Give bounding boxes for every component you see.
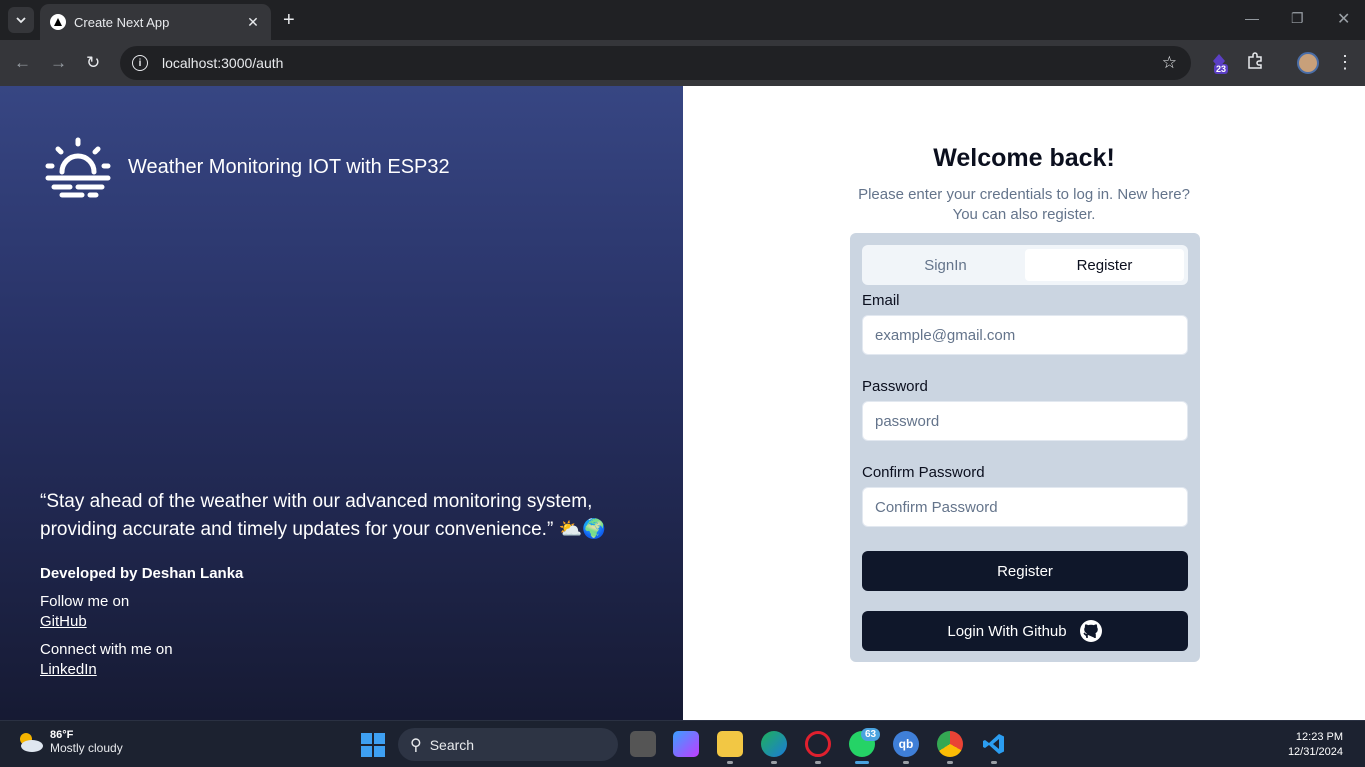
follow-text: Follow me on [40, 593, 130, 610]
chrome-icon[interactable] [937, 731, 963, 757]
brand-title: Weather Monitoring IOT with ESP32 [128, 155, 450, 178]
tab-title: Create Next App [74, 14, 170, 30]
tab-signin[interactable]: SignIn [866, 249, 1025, 281]
extension-badge: 23 [1214, 64, 1229, 74]
copilot-icon[interactable] [673, 731, 699, 757]
running-indicator [727, 761, 733, 764]
active-indicator [855, 761, 869, 764]
opera-icon[interactable] [805, 731, 831, 757]
page-title: Welcome back! [933, 144, 1115, 172]
whatsapp-badge: 63 [861, 728, 881, 741]
auth-card: SignIn Register Email Password Confirm P… [850, 233, 1200, 662]
minimize-button[interactable]: — [1245, 10, 1259, 26]
file-explorer-icon[interactable] [717, 731, 743, 757]
profile-avatar[interactable] [1297, 52, 1319, 74]
sunrise-logo-icon [45, 137, 111, 198]
chevron-down-icon [16, 17, 26, 24]
address-bar[interactable]: i localhost:3000/auth ☆ [120, 46, 1191, 80]
edge-icon[interactable] [761, 731, 787, 757]
url-text[interactable]: localhost:3000/auth [162, 55, 283, 71]
extensions-puzzle-icon[interactable] [1246, 52, 1264, 75]
running-indicator [815, 761, 821, 764]
hero-panel: Weather Monitoring IOT with ESP32 “Stay … [0, 86, 683, 720]
running-indicator [991, 761, 997, 764]
windows-start-icon[interactable] [361, 733, 385, 757]
vscode-icon[interactable] [981, 731, 1007, 757]
email-field[interactable] [862, 315, 1188, 355]
auth-tabs: SignIn Register [862, 245, 1188, 285]
email-label: Email [862, 292, 900, 309]
nextjs-favicon-icon [50, 14, 66, 30]
qbittorrent-icon[interactable]: qb [893, 731, 919, 757]
tab-close-icon[interactable]: ✕ [245, 14, 261, 31]
cloudy-weather-icon [20, 733, 43, 752]
new-tab-button[interactable]: + [283, 9, 295, 31]
site-info-icon[interactable]: i [132, 55, 148, 71]
register-button[interactable]: Register [862, 551, 1188, 591]
github-link[interactable]: GitHub [40, 612, 129, 632]
running-indicator [771, 761, 777, 764]
bookmark-star-icon[interactable]: ☆ [1162, 53, 1177, 73]
browser-tab-bar: Create Next App ✕ + — ❐ ✕ [0, 0, 1365, 40]
browser-tab[interactable]: Create Next App ✕ [40, 4, 271, 40]
running-indicator [947, 761, 953, 764]
menu-more-icon[interactable]: ⋮ [1336, 52, 1354, 73]
system-clock[interactable]: 12:23 PM 12/31/2024 [1288, 730, 1343, 760]
confirm-password-label: Confirm Password [862, 464, 985, 481]
hero-quote: “Stay ahead of the weather with our adva… [40, 491, 606, 540]
github-icon [1079, 620, 1102, 642]
close-window-button[interactable]: ✕ [1337, 9, 1350, 29]
auth-panel: Welcome back! Please enter your credenti… [683, 86, 1365, 720]
running-indicator [903, 761, 909, 764]
page-subtitle: Please enter your credentials to log in.… [858, 186, 1190, 223]
tab-register[interactable]: Register [1025, 249, 1184, 281]
connect-section: Connect with me on LinkedIn [40, 640, 173, 680]
weather-temperature: 86°F [50, 729, 74, 741]
back-arrow-icon[interactable]: ← [14, 53, 31, 73]
linkedin-link[interactable]: LinkedIn [40, 660, 173, 680]
auth-page: Weather Monitoring IOT with ESP32 “Stay … [0, 86, 1365, 720]
developer-credit: Developed by Deshan Lanka [40, 565, 244, 582]
taskbar: 86°F Mostly cloudy ⚲ Search 63 qb 12:23 … [0, 720, 1365, 767]
connect-text: Connect with me on [40, 641, 173, 658]
password-field[interactable] [862, 401, 1188, 441]
restore-button[interactable]: ❐ [1291, 10, 1304, 27]
github-login-button[interactable]: Login With Github [862, 611, 1188, 651]
weather-widget[interactable]: 86°F Mostly cloudy [16, 729, 123, 755]
follow-section: Follow me on GitHub [40, 592, 129, 632]
tab-search-button[interactable] [8, 7, 34, 33]
task-view-icon[interactable] [630, 731, 656, 757]
brand: Weather Monitoring IOT with ESP32 [44, 136, 450, 198]
taskbar-search[interactable]: ⚲ Search [398, 728, 618, 761]
reload-icon[interactable]: ↻ [86, 53, 100, 73]
forward-arrow-icon[interactable]: → [50, 53, 67, 73]
search-icon: ⚲ [410, 736, 422, 754]
weather-condition: Mostly cloudy [50, 741, 123, 755]
confirm-password-field[interactable] [862, 487, 1188, 527]
clock-time: 12:23 PM [1295, 731, 1343, 743]
password-label: Password [862, 378, 928, 395]
github-login-label: Login With Github [947, 622, 1067, 640]
browser-toolbar: ← → ↻ i localhost:3000/auth ☆ ⋮ [0, 40, 1365, 86]
clock-date: 12/31/2024 [1287, 746, 1343, 758]
search-label: Search [429, 736, 475, 753]
